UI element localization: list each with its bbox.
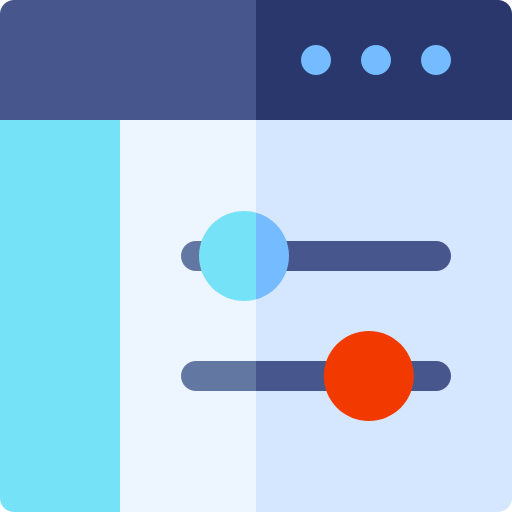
window-dot-1[interactable]	[301, 45, 331, 75]
slider-2-thumb-right[interactable]	[323, 331, 414, 421]
content-panel-right	[256, 120, 512, 512]
slider-1-thumb[interactable]	[199, 211, 289, 301]
title-bar-left	[0, 0, 256, 120]
app-window	[0, 0, 512, 512]
content-panel-left	[120, 120, 256, 512]
slider-2-thumb[interactable]	[323, 331, 414, 421]
window-dot-3[interactable]	[421, 45, 451, 75]
window-body	[0, 120, 512, 512]
window-controls	[301, 45, 451, 75]
window-dot-2[interactable]	[361, 45, 391, 75]
sidebar[interactable]	[0, 120, 120, 512]
title-bar	[0, 0, 512, 120]
slider-2-track-left[interactable]	[181, 361, 256, 391]
